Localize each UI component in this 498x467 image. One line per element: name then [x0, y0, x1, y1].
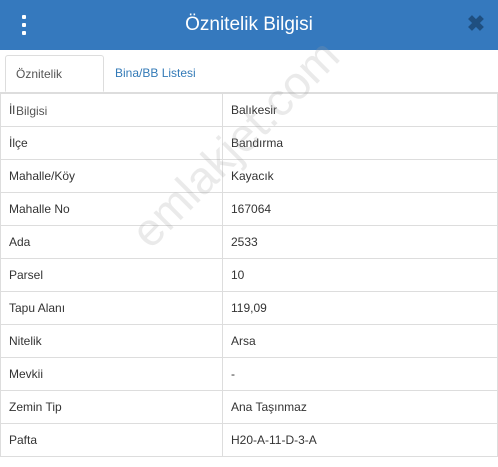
tab-attribute-info[interactable]: Öznitelik Bilgisi	[5, 55, 104, 118]
row-value: -	[222, 357, 498, 391]
row-key: Nitelik	[0, 324, 223, 358]
row-key: Mahalle No	[0, 192, 223, 226]
row-value: Arsa	[222, 324, 498, 358]
row-key: Zemin Tip	[0, 390, 223, 424]
table-row: İl Balıkesir	[0, 93, 498, 127]
table-row: Ada 2533	[0, 225, 498, 259]
row-value: Ana Taşınmaz	[222, 390, 498, 424]
row-value: Kayacık	[222, 159, 498, 193]
row-value: Balıkesir	[222, 93, 498, 127]
table-row: Pafta H20-A-11-D-3-A	[0, 423, 498, 457]
table-row: Zemin Tip Ana Taşınmaz	[0, 390, 498, 424]
table-row: Mevkii -	[0, 357, 498, 391]
row-value: 2533	[222, 225, 498, 259]
table-row: İlçe Bandırma	[0, 126, 498, 160]
close-icon[interactable]: ✖	[466, 13, 486, 35]
dialog-title: Öznitelik Bilgisi	[185, 14, 313, 35]
row-value: 119,09	[222, 291, 498, 325]
row-key: Ada	[0, 225, 223, 259]
table-row: Nitelik Arsa	[0, 324, 498, 358]
row-key: İlçe	[0, 126, 223, 160]
row-value: 167064	[222, 192, 498, 226]
row-value: H20-A-11-D-3-A	[222, 423, 498, 457]
row-key: Pafta	[0, 423, 223, 457]
row-key: Parsel	[0, 258, 223, 292]
row-key: Mevkii	[0, 357, 223, 391]
tab-bar: Öznitelik Bilgisi Bina/BB Listesi	[0, 50, 498, 118]
table-row: Mahalle No 167064	[0, 192, 498, 226]
row-key: Tapu Alanı	[0, 291, 223, 325]
row-key: Mahalle/Köy	[0, 159, 223, 193]
attribute-table: İl Balıkesir İlçe Bandırma Mahalle/Köy Kaya…	[0, 93, 498, 457]
row-key: İl	[0, 93, 223, 127]
table-row: Tapu Alanı 119,09	[0, 291, 498, 325]
table-row: Parsel 10	[0, 258, 498, 292]
dialog-header: Öznitelik Bilgisi ✖	[0, 0, 498, 50]
row-value: Bandırma	[222, 126, 498, 160]
tab-building-list[interactable]: Bina/BB Listesi	[105, 55, 206, 92]
table-row: Mahalle/Köy Kayacık	[0, 159, 498, 193]
row-value: 10	[222, 258, 498, 292]
